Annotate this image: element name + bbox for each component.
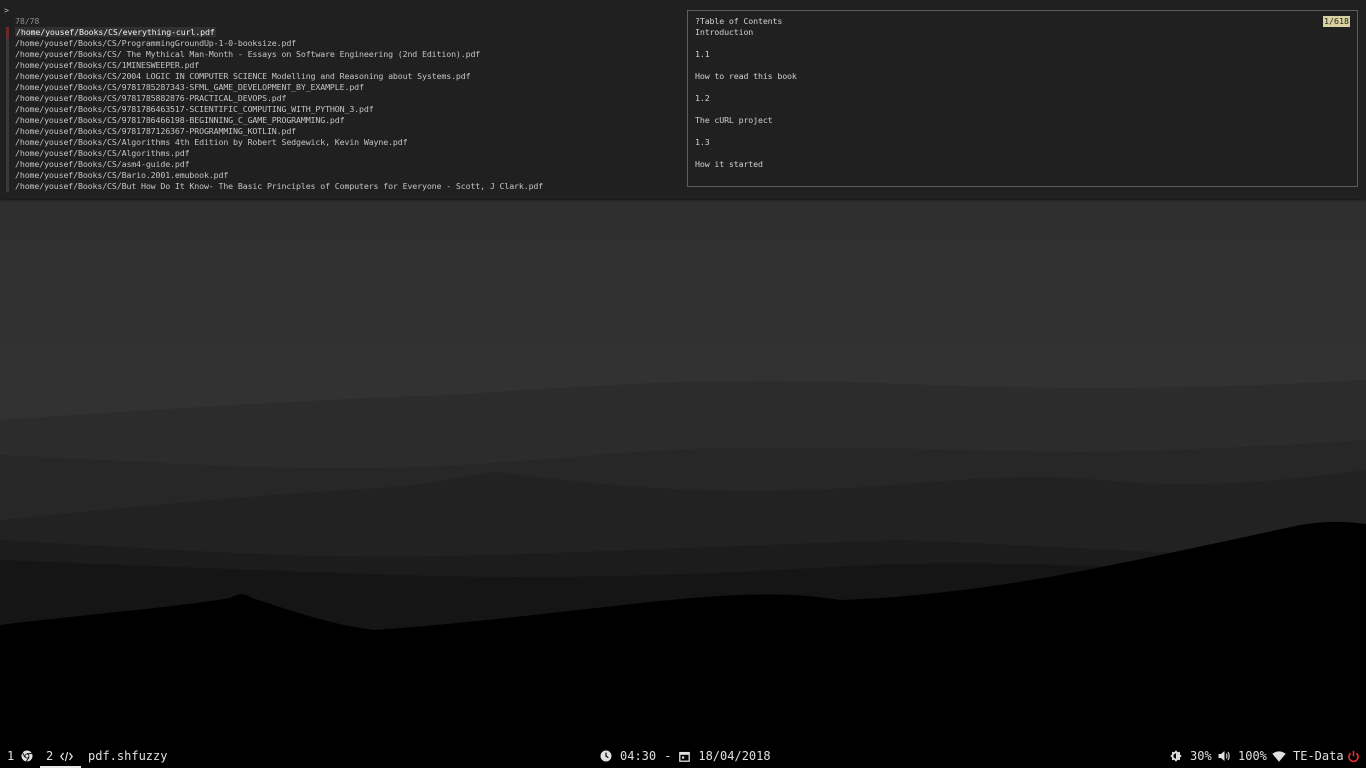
clock-time: 04:30 — [620, 749, 657, 763]
fzf-result-item[interactable]: /home/yousef/Books/CS/9781787126367-PROG… — [6, 126, 676, 137]
preview-line: ?Table of Contents — [695, 16, 783, 26]
code-icon — [60, 751, 74, 762]
preview-line — [695, 82, 797, 93]
fzf-result-item[interactable]: /home/yousef/Books/CS/ProgrammingGroundU… — [6, 38, 676, 49]
volume-icon — [1218, 750, 1231, 762]
fzf-result-path: /home/yousef/Books/CS/9781785287343-SFML… — [15, 82, 364, 92]
fzf-result-item[interactable]: /home/yousef/Books/CS/9781785287343-SFML… — [6, 82, 676, 93]
workspace-2[interactable]: 2 — [46, 744, 74, 768]
preview-line: 1.2 — [695, 93, 710, 103]
fzf-result-path: /home/yousef/Books/CS/everything-curl.pd… — [15, 27, 216, 37]
fzf-result-path: /home/yousef/Books/CS/9781786466198-BEGI… — [15, 115, 345, 125]
fzf-result-item[interactable]: /home/yousef/Books/CS/1MINESWEEPER.pdf — [6, 60, 676, 71]
fzf-result-path: /home/yousef/Books/CS/Algorithms 4th Edi… — [15, 137, 408, 147]
workspace-number: 1 — [7, 749, 15, 763]
fzf-result-item[interactable]: /home/yousef/Books/CS/Algorithms.pdf — [6, 148, 676, 159]
preview-line: 1.3 — [695, 137, 710, 147]
fzf-result-path: /home/yousef/Books/CS/ The Mythical Man-… — [15, 49, 481, 59]
power-icon — [1347, 750, 1360, 763]
preview-position-indicator: 1/618 — [1323, 16, 1350, 27]
fzf-match-count: 78/78 — [15, 16, 40, 26]
preview-line — [695, 126, 797, 137]
fzf-prompt[interactable]: > — [4, 5, 9, 16]
preview-line: How to read this book — [695, 71, 797, 81]
preview-line — [695, 60, 797, 71]
workspace-number: 2 — [46, 749, 54, 763]
wifi-icon — [1272, 750, 1286, 762]
fzf-result-item[interactable]: /home/yousef/Books/CS/everything-curl.pd… — [6, 27, 676, 38]
clock-separator: - — [664, 749, 672, 763]
workspace-1[interactable]: 1 — [7, 744, 33, 768]
fzf-result-path: /home/yousef/Books/CS/asm4-guide.pdf — [15, 159, 190, 169]
network-module[interactable]: TE-Data — [1272, 744, 1344, 768]
brightness-module[interactable]: 30% — [1170, 744, 1212, 768]
clock-module[interactable]: 04:30 - 18/04/2018 — [600, 744, 771, 768]
fzf-result-path: /home/yousef/Books/CS/ProgrammingGroundU… — [15, 38, 297, 48]
fzf-result-item[interactable]: /home/yousef/Books/CS/asm4-guide.pdf — [6, 159, 676, 170]
fzf-result-item[interactable]: /home/yousef/Books/CS/Bario.2001.emubook… — [6, 170, 676, 181]
fzf-result-path: /home/yousef/Books/CS/Algorithms.pdf — [15, 148, 190, 158]
preview-line: Introduction — [695, 27, 754, 37]
preview-line — [695, 148, 797, 159]
clock-date: 18/04/2018 — [698, 749, 771, 763]
volume-module[interactable]: 100% — [1218, 744, 1267, 768]
fzf-result-path: /home/yousef/Books/CS/9781787126367-PROG… — [15, 126, 297, 136]
preview-line — [695, 38, 797, 49]
chrome-icon — [21, 750, 33, 762]
network-ssid: TE-Data — [1293, 749, 1344, 763]
fzf-result-path: /home/yousef/Books/CS/But How Do It Know… — [15, 181, 544, 191]
calendar-icon — [679, 751, 691, 762]
fzf-result-path: /home/yousef/Books/CS/9781786463517-SCIE… — [15, 104, 374, 114]
fzf-result-item[interactable]: /home/yousef/Books/CS/Algorithms 4th Edi… — [6, 137, 676, 148]
power-button[interactable] — [1347, 744, 1360, 768]
fzf-result-item[interactable]: /home/yousef/Books/CS/9781786466198-BEGI… — [6, 115, 676, 126]
preview-line: 1.1 — [695, 49, 710, 59]
preview-line: The cURL project — [695, 115, 773, 125]
fzf-result-item[interactable]: /home/yousef/Books/CS/ The Mythical Man-… — [6, 49, 676, 60]
preview-line: How it started — [695, 159, 763, 169]
fzf-results-list[interactable]: /home/yousef/Books/CS/everything-curl.pd… — [6, 27, 676, 192]
fzf-result-path: /home/yousef/Books/CS/Bario.2001.emubook… — [15, 170, 229, 180]
fzf-result-item[interactable]: /home/yousef/Books/CS/2004 LOGIC IN COMP… — [6, 71, 676, 82]
preview-content: ?Table of Contents Introduction 1.1 How to … — [695, 16, 797, 170]
preview-line — [695, 104, 797, 115]
brightness-value: 30% — [1190, 749, 1212, 763]
fzf-panel[interactable]: > 78/78 /home/yousef/Books/CS/everything… — [0, 0, 1366, 199]
brightness-icon — [1170, 750, 1182, 762]
status-bar: 1 2 pdf.shfuzzy 04:30 - 18/04/2018 30% 1… — [0, 744, 1366, 768]
volume-value: 100% — [1238, 749, 1267, 763]
fzf-result-item[interactable]: /home/yousef/Books/CS/9781786463517-SCIE… — [6, 104, 676, 115]
fzf-result-path: /home/yousef/Books/CS/2004 LOGIC IN COMP… — [15, 71, 471, 81]
window-title: pdf.shfuzzy — [88, 749, 168, 763]
fzf-result-item[interactable]: /home/yousef/Books/CS/But How Do It Know… — [6, 181, 676, 192]
clock-icon — [600, 750, 612, 762]
fzf-preview-pane: ?Table of Contents Introduction 1.1 How to … — [687, 10, 1358, 187]
fzf-result-item[interactable]: /home/yousef/Books/CS/9781785882876-PRAC… — [6, 93, 676, 104]
fzf-result-path: /home/yousef/Books/CS/9781785882876-PRAC… — [15, 93, 287, 103]
fzf-result-path: /home/yousef/Books/CS/1MINESWEEPER.pdf — [15, 60, 200, 70]
